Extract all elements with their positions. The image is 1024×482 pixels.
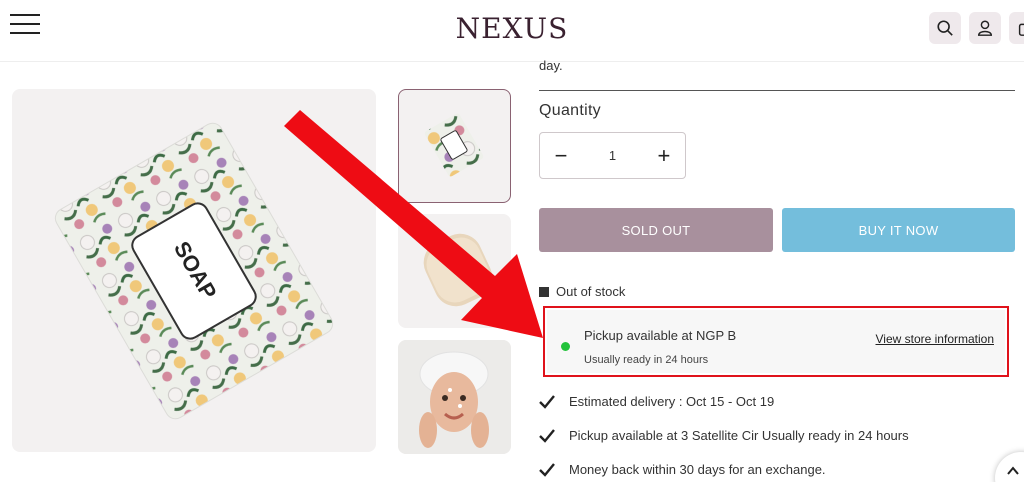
stock-status-text: Out of stock [556,284,626,299]
feature-text: Money back within 30 days for an exchang… [569,462,826,477]
feature-item: Estimated delivery : Oct 15 - Oct 19 [539,394,774,409]
cart-icon[interactable] [1009,12,1024,44]
thumbnail-3[interactable] [398,340,511,454]
pickup-title: Pickup available at NGP B [584,328,737,343]
decrement-button[interactable]: − [554,143,568,169]
feature-item: Pickup available at 3 Satellite Cir Usua… [539,428,909,443]
stock-status: Out of stock [539,284,625,299]
site-header: NEXUS [0,0,1024,62]
available-dot-icon [561,342,570,351]
description-tail: day. [539,58,563,73]
feature-text: Pickup available at 3 Satellite Cir Usua… [569,428,909,443]
thumbnail-1[interactable] [398,89,511,203]
pickup-availability-box: Pickup available at NGP B Usually ready … [543,306,1009,377]
thumbnail-2[interactable] [398,214,511,328]
feature-text: Estimated delivery : Oct 15 - Oct 19 [569,394,775,409]
feature-item: Money back within 30 days for an exchang… [539,462,826,477]
user-icon[interactable] [969,12,1001,44]
quantity-label: Quantity [539,102,601,119]
check-icon [539,394,555,409]
site-logo[interactable]: NEXUS [0,12,1024,45]
stock-square-icon [539,286,549,297]
divider [539,90,1015,91]
increment-button[interactable]: + [657,143,671,169]
view-store-information-link[interactable]: View store information [876,332,995,346]
sold-out-button[interactable]: SOLD OUT [539,208,773,252]
quantity-value[interactable]: 1 [609,148,616,163]
search-icon[interactable] [929,12,961,44]
main-product-image[interactable]: SOAP [12,89,376,452]
quantity-stepper: − 1 + [539,132,686,179]
pickup-subtitle: Usually ready in 24 hours [584,354,709,366]
check-icon [539,428,555,443]
buy-it-now-button[interactable]: BUY IT NOW [782,208,1015,252]
check-icon [539,462,555,477]
scroll-to-top-button[interactable] [995,452,1024,482]
chevron-up-icon [1007,466,1019,475]
